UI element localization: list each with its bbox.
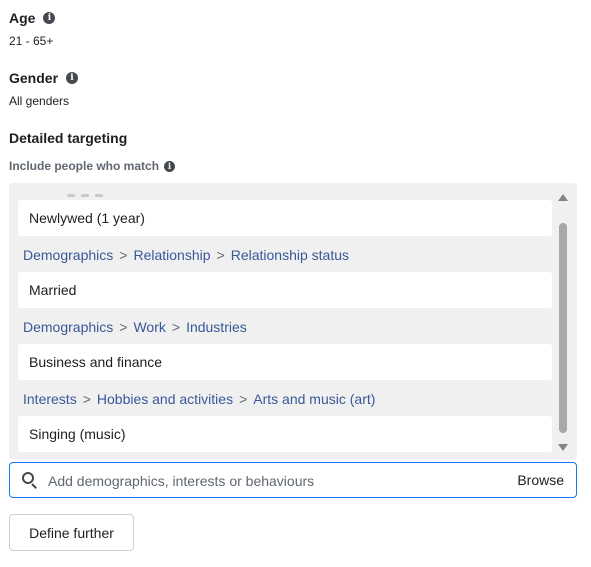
browse-button[interactable]: Browse	[517, 472, 564, 488]
targeting-item[interactable]: Singing (music)	[18, 416, 552, 452]
path-part[interactable]: Relationship status	[231, 247, 349, 263]
age-value: 21 - 65+	[9, 34, 54, 48]
info-icon[interactable]: i	[43, 12, 56, 24]
search-icon	[22, 472, 38, 489]
path-separator: >	[119, 319, 128, 335]
age-title: Age	[9, 10, 36, 26]
scroll-up-arrow-icon[interactable]	[558, 194, 568, 201]
age-heading: Age i	[9, 10, 56, 26]
path-part[interactable]: Interests	[23, 391, 77, 407]
targeting-item-label: Business and finance	[29, 354, 163, 370]
targeting-item[interactable]: Business and finance	[18, 344, 552, 380]
info-icon[interactable]: i	[66, 72, 79, 84]
path-part[interactable]: Demographics	[23, 319, 113, 335]
path-separator: >	[239, 391, 248, 407]
path-separator: >	[171, 319, 181, 335]
path-part[interactable]: Hobbies and activities	[97, 391, 233, 407]
targeting-list[interactable]: Newlywed (1 year) Demographics > Relatio…	[9, 183, 577, 459]
scrolled-content-remnant	[67, 184, 127, 197]
path-part[interactable]: Work	[133, 319, 165, 335]
targeting-item[interactable]: Married	[18, 272, 552, 308]
targeting-item[interactable]: Newlywed (1 year)	[18, 200, 552, 236]
define-further-button[interactable]: Define further	[9, 514, 134, 551]
targeting-item-label: Newlywed (1 year)	[29, 210, 145, 226]
path-part[interactable]: Industries	[186, 319, 247, 335]
path-part[interactable]: Arts and music (art)	[253, 391, 375, 407]
targeting-item-label: Singing (music)	[29, 426, 126, 442]
scrollbar-thumb[interactable]	[559, 223, 567, 433]
path-part[interactable]: Demographics	[23, 247, 113, 263]
gender-heading: Gender i	[9, 70, 79, 86]
gender-value: All genders	[9, 94, 70, 108]
path-separator: >	[119, 247, 128, 263]
include-people-label: Include people who match i	[9, 159, 176, 173]
targeting-item-label: Married	[29, 282, 77, 298]
targeting-search-box[interactable]: Browse	[9, 462, 577, 498]
path-part[interactable]: Relationship	[133, 247, 210, 263]
targeting-path: Interests > Hobbies and activities > Art…	[23, 389, 375, 409]
targeting-path: Demographics > Work > Industries	[23, 317, 247, 337]
detailed-targeting-title: Detailed targeting	[9, 130, 128, 146]
search-input[interactable]	[48, 471, 488, 491]
include-label-text: Include people who match	[9, 159, 160, 173]
gender-title: Gender	[9, 70, 59, 86]
scroll-down-arrow-icon[interactable]	[558, 444, 568, 451]
path-separator: >	[216, 247, 225, 263]
info-icon[interactable]: i	[164, 160, 176, 172]
targeting-path: Demographics > Relationship > Relationsh…	[23, 245, 349, 265]
detailed-targeting-heading: Detailed targeting	[9, 130, 127, 146]
path-separator: >	[82, 391, 91, 407]
